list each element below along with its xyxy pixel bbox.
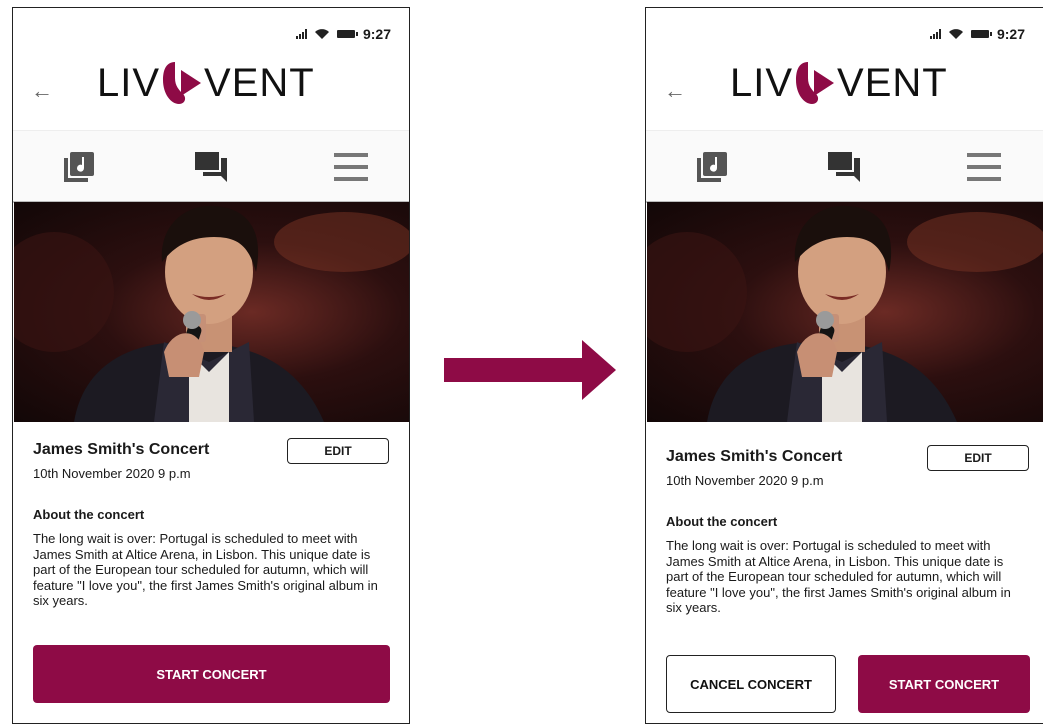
menu-icon xyxy=(967,153,1001,181)
tab-music-library[interactable] xyxy=(692,149,732,185)
transition-arrow-icon xyxy=(444,340,616,400)
wifi-icon xyxy=(314,29,329,39)
about-heading: About the concert xyxy=(33,507,145,522)
battery-icon xyxy=(336,30,358,38)
app-logo: LIV VENT xyxy=(730,58,948,108)
music-library-icon xyxy=(697,152,727,182)
tab-music-library[interactable] xyxy=(59,149,99,185)
edit-button[interactable]: EDIT xyxy=(287,438,389,464)
phone-screen-before: 9:27 ← LIV VENT James Smith's Concert 10… xyxy=(12,7,410,724)
signal-icon xyxy=(295,29,307,39)
battery-icon xyxy=(970,30,992,38)
music-library-icon xyxy=(64,152,94,182)
logo-mark-icon xyxy=(796,62,835,104)
about-heading: About the concert xyxy=(666,514,778,529)
back-arrow-icon[interactable]: ← xyxy=(31,78,53,104)
wifi-icon xyxy=(948,29,963,39)
status-time: 9:27 xyxy=(996,26,1025,42)
event-title: James Smith's Concert xyxy=(666,448,843,465)
about-text: The long wait is over: Portugal is sched… xyxy=(33,531,378,608)
status-bar: 9:27 xyxy=(929,26,1025,42)
tab-bar xyxy=(646,130,1043,203)
status-bar: 9:27 xyxy=(295,26,391,42)
start-concert-button[interactable]: START CONCERT xyxy=(858,655,1030,713)
chat-icon xyxy=(828,152,860,182)
start-concert-button[interactable]: START CONCERT xyxy=(33,645,390,703)
concert-photo xyxy=(14,202,409,422)
status-time: 9:27 xyxy=(362,26,391,42)
edit-button[interactable]: EDIT xyxy=(927,445,1029,471)
chat-icon xyxy=(195,152,227,182)
tab-bar xyxy=(13,130,409,203)
tab-menu[interactable] xyxy=(331,149,371,185)
menu-icon xyxy=(334,153,368,181)
tab-chat[interactable] xyxy=(824,149,864,185)
singer-image xyxy=(647,205,1043,422)
about-text: The long wait is over: Portugal is sched… xyxy=(666,538,1011,615)
signal-icon xyxy=(929,29,941,39)
cancel-concert-button[interactable]: CANCEL CONCERT xyxy=(666,655,836,713)
app-logo: LIV VENT xyxy=(97,58,315,108)
event-datetime: 10th November 2020 9 p.m xyxy=(33,466,191,481)
concert-photo xyxy=(647,202,1043,422)
tab-chat[interactable] xyxy=(191,149,231,185)
phone-screen-after: 9:27 ← LIV VENT James Smith's Concert 10… xyxy=(645,7,1043,724)
event-datetime: 10th November 2020 9 p.m xyxy=(666,473,824,488)
logo-mark-icon xyxy=(163,62,202,104)
event-title: James Smith's Concert xyxy=(33,441,210,458)
back-arrow-icon[interactable]: ← xyxy=(664,78,686,104)
singer-image xyxy=(14,205,409,422)
tab-menu[interactable] xyxy=(964,149,1004,185)
